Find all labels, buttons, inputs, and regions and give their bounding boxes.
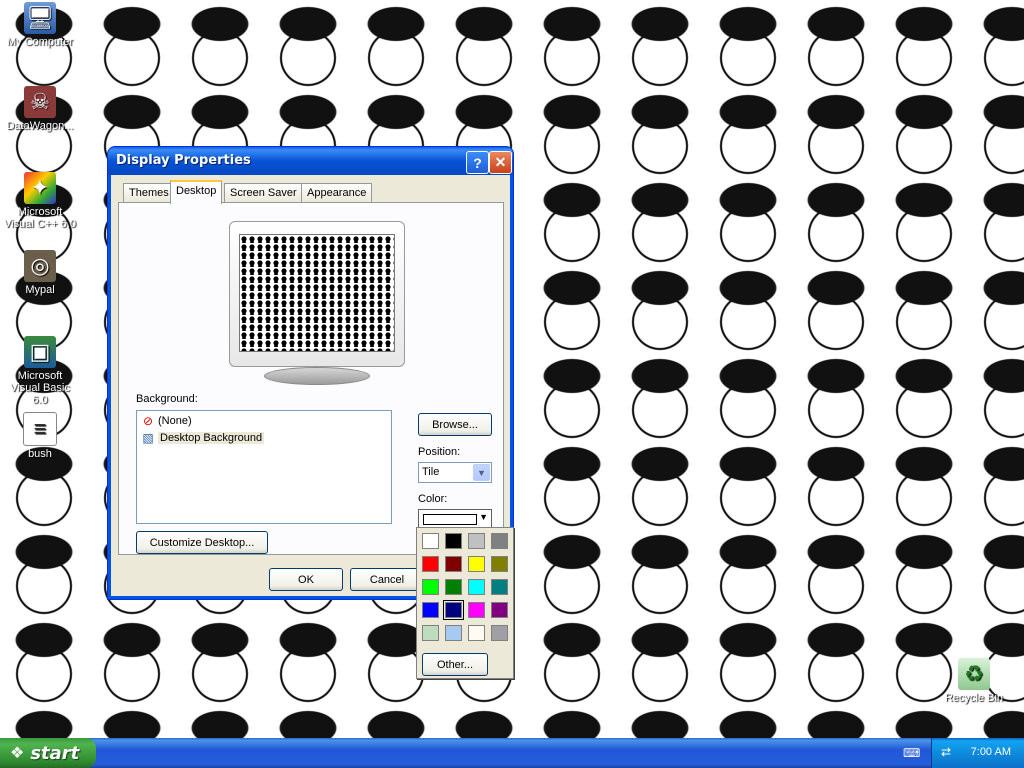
desktop-tab-panel: Background: ⊘ (None) ▧ Desktop Backgroun… xyxy=(118,202,504,555)
tab-themes[interactable]: Themes xyxy=(123,183,175,202)
network-icon[interactable]: ⇄ xyxy=(941,745,955,759)
color-swatch-14[interactable] xyxy=(468,602,485,618)
cancel-button[interactable]: Cancel xyxy=(350,568,424,591)
position-select[interactable]: Tile ▼ xyxy=(418,462,492,483)
color-swatch-12[interactable] xyxy=(422,602,439,618)
visual-cpp-icon: ✦ xyxy=(24,172,56,204)
list-item-label: (None) xyxy=(158,415,192,427)
keyboard-icon[interactable]: ⌨ xyxy=(903,746,920,760)
tab-desktop[interactable]: Desktop xyxy=(170,180,223,204)
desktop-icon-label: Microsoft Visual C++ 6.0 xyxy=(4,206,76,230)
desktop-icon-datawagon[interactable]: ☠ DataWagon... xyxy=(2,86,78,132)
ok-button[interactable]: OK xyxy=(269,568,343,591)
desktop-icon-recycle-bin[interactable]: ♻ Recycle Bin xyxy=(936,658,1012,704)
color-swatch-11[interactable] xyxy=(491,579,508,595)
desktop-icon-label: Microsoft Visual Basic 6.0 xyxy=(10,370,70,406)
color-swatch-1[interactable] xyxy=(445,533,462,549)
color-swatch-3[interactable] xyxy=(491,533,508,549)
clock[interactable]: 7:00 AM xyxy=(971,746,1011,758)
color-swatch-0[interactable] xyxy=(422,533,439,549)
desktop-icon-label: Mypal xyxy=(25,284,55,296)
system-tray: ⇄ 7:00 AM xyxy=(931,738,1024,768)
color-swatch-9[interactable] xyxy=(445,579,462,595)
browse-button[interactable]: Browse... xyxy=(418,413,492,436)
visual-basic-icon: ▣ xyxy=(24,336,56,368)
mypal-icon: ◎ xyxy=(24,250,56,282)
recycle-bin-icon: ♻ xyxy=(958,658,990,690)
color-palette-popup: Other... xyxy=(416,527,514,679)
monitor-preview xyxy=(229,221,405,367)
color-swatch-17[interactable] xyxy=(445,625,462,641)
start-label: start xyxy=(30,742,80,764)
text-file-icon: ≡ xyxy=(23,412,57,446)
monitor-stand xyxy=(264,367,370,385)
color-swatch-5[interactable] xyxy=(445,556,462,572)
dialog-title-bar[interactable]: Display Properties ? ✕ xyxy=(108,147,513,175)
desktop-icon-label: My Computer xyxy=(6,36,74,48)
list-item-none[interactable]: ⊘ (None) xyxy=(140,413,192,429)
color-label: Color: xyxy=(418,493,448,505)
color-swatch-13[interactable] xyxy=(443,600,464,620)
tab-appearance[interactable]: Appearance xyxy=(301,183,373,202)
color-swatch-4[interactable] xyxy=(422,556,439,572)
my-computer-icon: 🖥 xyxy=(24,2,56,34)
color-swatch-19[interactable] xyxy=(491,625,508,641)
desktop-icon-label: Recycle Bin xyxy=(944,692,1004,704)
color-swatch-10[interactable] xyxy=(468,579,485,595)
background-list[interactable]: ⊘ (None) ▧ Desktop Background xyxy=(136,410,392,524)
color-swatch-8[interactable] xyxy=(422,579,439,595)
start-button[interactable]: ❖ start xyxy=(0,738,96,768)
chevron-down-icon[interactable]: ▼ xyxy=(473,464,490,481)
list-item-label: Desktop Background xyxy=(158,432,265,444)
dialog-title: Display Properties xyxy=(116,153,251,168)
desktop-icon-visual-basic[interactable]: ▣ Microsoft Visual Basic 6.0 xyxy=(2,336,78,406)
image-file-icon: ▧ xyxy=(142,431,154,445)
desktop-icon-label: DataWagon... xyxy=(6,120,74,132)
color-swatch-15[interactable] xyxy=(491,602,508,618)
other-color-button[interactable]: Other... xyxy=(422,653,488,676)
color-swatch xyxy=(423,514,477,525)
wallpaper-preview xyxy=(239,234,395,352)
color-swatch-18[interactable] xyxy=(468,625,485,641)
close-button[interactable]: ✕ xyxy=(489,151,512,174)
color-swatch-6[interactable] xyxy=(468,556,485,572)
desktop-icon-visual-cpp[interactable]: ✦ Microsoft Visual C++ 6.0 xyxy=(2,172,78,230)
position-value: Tile xyxy=(422,466,440,478)
chevron-down-icon: ▼ xyxy=(479,512,488,522)
customize-desktop-button[interactable]: Customize Desktop... xyxy=(136,531,268,554)
list-item-desktop-background[interactable]: ▧ Desktop Background xyxy=(140,430,265,446)
desktop-icon-label: bush xyxy=(28,448,52,460)
position-label: Position: xyxy=(418,446,461,458)
tab-screen-saver[interactable]: Screen Saver xyxy=(224,183,303,202)
none-icon: ⊘ xyxy=(142,414,154,428)
color-swatch-7[interactable] xyxy=(491,556,508,572)
color-swatch-16[interactable] xyxy=(422,625,439,641)
color-swatch-2[interactable] xyxy=(468,533,485,549)
desktop-icon-my-computer[interactable]: 🖥 My Computer xyxy=(2,2,78,48)
windows-logo-icon: ❖ xyxy=(10,745,25,762)
app-shortcut-icon: ☠ xyxy=(24,86,56,118)
desktop-icon-bush[interactable]: ≡ bush xyxy=(2,412,78,460)
taskbar: ❖ start ⌨ ⇄ 7:00 AM xyxy=(0,738,1024,768)
desktop-icon-mypal[interactable]: ◎ Mypal xyxy=(2,250,78,296)
background-label: Background: xyxy=(136,393,198,405)
help-button[interactable]: ? xyxy=(466,151,489,174)
